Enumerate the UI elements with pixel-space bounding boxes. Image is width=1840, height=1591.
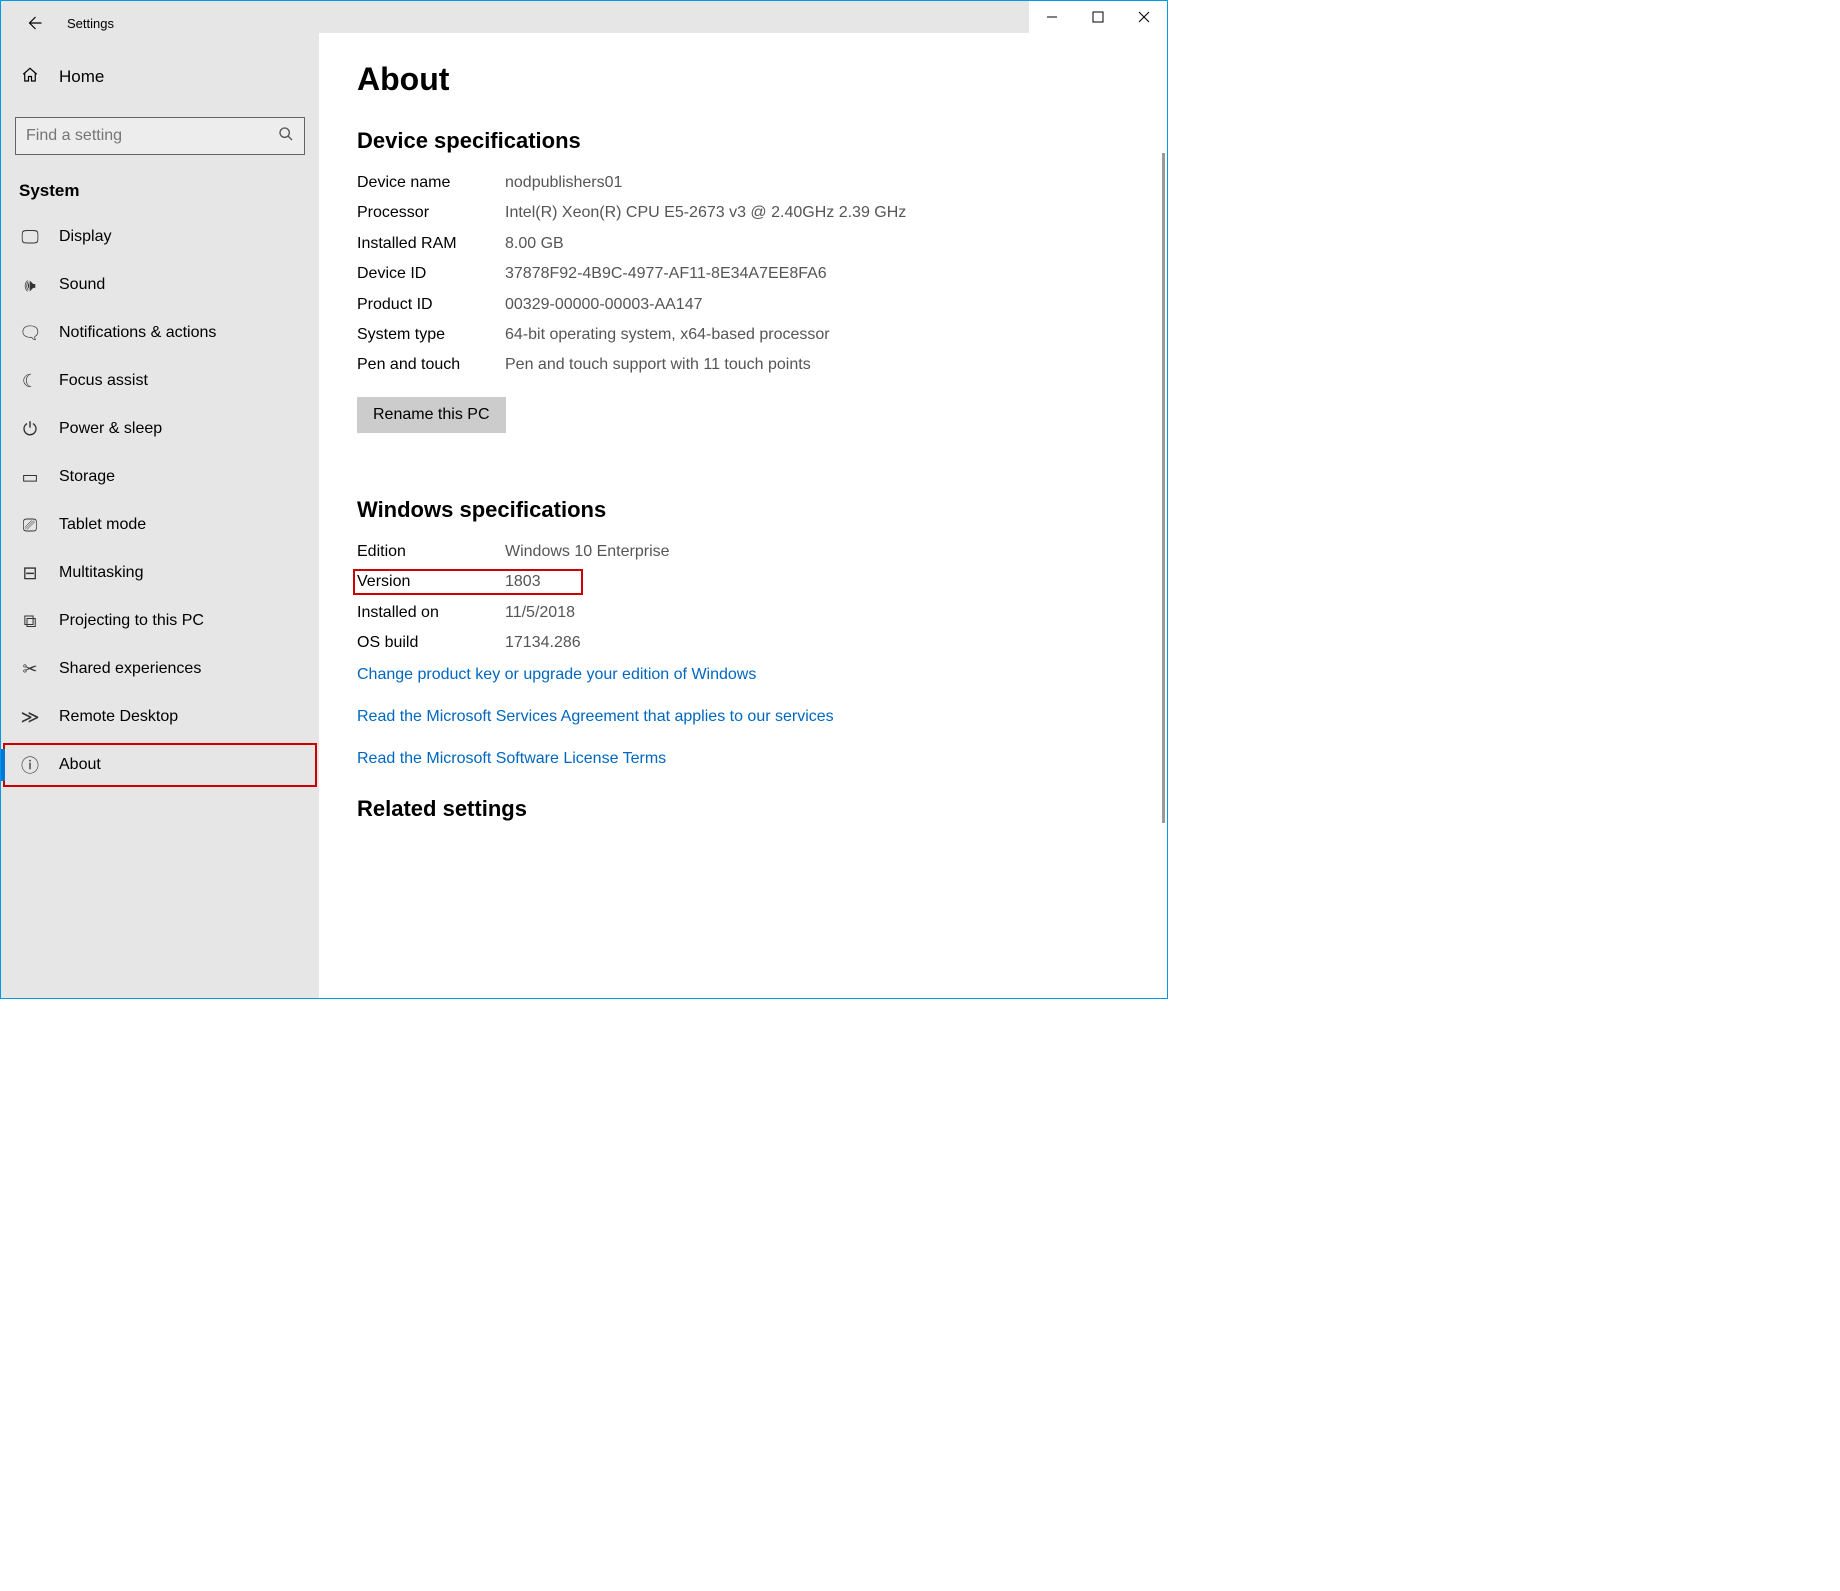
- sidebar-item-multitasking[interactable]: ⊟ Multitasking: [1, 549, 319, 597]
- winspec-key: Installed on: [357, 602, 505, 624]
- sidebar-item-label: Sound: [59, 276, 105, 294]
- sidebar-item-label: Focus assist: [59, 372, 148, 390]
- sidebar-icon: ✂: [19, 659, 41, 680]
- spec-key: Device ID: [357, 263, 505, 285]
- spec-row: Product ID00329-00000-00003-AA147: [357, 294, 1167, 316]
- maximize-button[interactable]: [1075, 1, 1121, 33]
- sidebar-item-label: Power & sleep: [59, 420, 162, 438]
- sidebar-item-power-sleep[interactable]: ⏻ Power & sleep: [1, 405, 319, 453]
- sidebar-item-notifications-actions[interactable]: 🗨 Notifications & actions: [1, 309, 319, 357]
- spec-value: 00329-00000-00003-AA147: [505, 294, 703, 316]
- sidebar-item-label: Projecting to this PC: [59, 612, 204, 630]
- home-icon: [19, 66, 41, 89]
- device-spec-header: Device specifications: [357, 128, 1167, 154]
- spec-row: Installed RAM8.00 GB: [357, 233, 1167, 255]
- home-button[interactable]: Home: [1, 53, 319, 101]
- winspec-row: Installed on11/5/2018: [357, 602, 1167, 624]
- close-button[interactable]: [1121, 1, 1167, 33]
- sidebar-item-label: Tablet mode: [59, 516, 146, 534]
- sidebar-icon: ⧉: [19, 611, 41, 632]
- spec-row: System type64-bit operating system, x64-…: [357, 324, 1167, 346]
- spec-row: Pen and touchPen and touch support with …: [357, 354, 1167, 376]
- winspec-row: OS build17134.286: [357, 632, 1167, 654]
- settings-link[interactable]: Read the Microsoft Software License Term…: [357, 750, 1167, 768]
- sidebar-item-shared-experiences[interactable]: ✂ Shared experiences: [1, 645, 319, 693]
- spec-row: Device ID37878F92-4B9C-4977-AF11-8E34A7E…: [357, 263, 1167, 285]
- sidebar-item-label: About: [59, 756, 101, 774]
- windows-spec-header: Windows specifications: [357, 497, 1167, 523]
- sidebar-icon: ▭: [19, 467, 41, 488]
- spec-key: Processor: [357, 202, 505, 224]
- sidebar-icon: ⊟: [19, 563, 41, 584]
- settings-link[interactable]: Change product key or upgrade your editi…: [357, 666, 1167, 684]
- sidebar-item-tablet-mode[interactable]: ⎚ Tablet mode: [1, 501, 319, 549]
- spec-value: Pen and touch support with 11 touch poin…: [505, 354, 811, 376]
- winspec-key: Version: [357, 571, 505, 593]
- sidebar-item-about[interactable]: ⓘ About: [1, 741, 319, 789]
- sidebar-item-label: Display: [59, 228, 111, 246]
- winspec-row: EditionWindows 10 Enterprise: [357, 541, 1167, 563]
- page-title: About: [357, 61, 1167, 98]
- sidebar-icon: 🖵: [19, 227, 41, 248]
- sidebar-item-focus-assist[interactable]: ☾ Focus assist: [1, 357, 319, 405]
- spec-value: 37878F92-4B9C-4977-AF11-8E34A7EE8FA6: [505, 263, 827, 285]
- window-controls: [1029, 1, 1167, 33]
- sidebar-item-label: Remote Desktop: [59, 708, 178, 726]
- winspec-value: 11/5/2018: [505, 602, 575, 624]
- sidebar-icon: ⏻: [19, 419, 41, 440]
- scrollbar[interactable]: [1162, 153, 1165, 823]
- sidebar-item-label: Shared experiences: [59, 660, 201, 678]
- sidebar: Home System 🖵 Display 🕪 Sound 🗨 Notifications…: [1, 33, 319, 998]
- search-input[interactable]: [26, 127, 278, 145]
- search-icon: [278, 126, 294, 146]
- sidebar-item-remote-desktop[interactable]: ≫ Remote Desktop: [1, 693, 319, 741]
- sidebar-item-projecting-to-this-pc[interactable]: ⧉ Projecting to this PC: [1, 597, 319, 645]
- winspec-key: Edition: [357, 541, 505, 563]
- winspec-row: Version1803: [357, 571, 1167, 593]
- window-title: Settings: [67, 16, 114, 31]
- sidebar-icon: ⓘ: [19, 752, 41, 778]
- spec-row: Device namenodpublishers01: [357, 172, 1167, 194]
- spec-value: 8.00 GB: [505, 233, 564, 255]
- search-box[interactable]: [15, 117, 305, 155]
- sidebar-item-label: Multitasking: [59, 564, 143, 582]
- spec-value: Intel(R) Xeon(R) CPU E5-2673 v3 @ 2.40GH…: [505, 202, 906, 224]
- titlebar: Settings: [1, 1, 1167, 33]
- spec-value: nodpublishers01: [505, 172, 622, 194]
- minimize-button[interactable]: [1029, 1, 1075, 33]
- sidebar-item-display[interactable]: 🖵 Display: [1, 213, 319, 261]
- winspec-value: 17134.286: [505, 632, 581, 654]
- sidebar-icon: ☾: [19, 371, 41, 392]
- settings-link[interactable]: Read the Microsoft Services Agreement th…: [357, 708, 1167, 726]
- spec-key: Product ID: [357, 294, 505, 316]
- sidebar-item-sound[interactable]: 🕪 Sound: [1, 261, 319, 309]
- spec-key: System type: [357, 324, 505, 346]
- sidebar-icon: ⎚: [19, 515, 41, 536]
- spec-key: Installed RAM: [357, 233, 505, 255]
- spec-key: Pen and touch: [357, 354, 505, 376]
- related-settings-header: Related settings: [357, 796, 1167, 822]
- sidebar-item-storage[interactable]: ▭ Storage: [1, 453, 319, 501]
- category-header: System: [1, 165, 319, 213]
- sidebar-item-label: Notifications & actions: [59, 324, 216, 342]
- rename-pc-button[interactable]: Rename this PC: [357, 397, 506, 433]
- spec-key: Device name: [357, 172, 505, 194]
- spec-row: ProcessorIntel(R) Xeon(R) CPU E5-2673 v3…: [357, 202, 1167, 224]
- winspec-value: 1803: [505, 571, 541, 593]
- content-pane: About Device specifications Device namen…: [319, 33, 1167, 998]
- winspec-value: Windows 10 Enterprise: [505, 541, 670, 563]
- sidebar-icon: 🕪: [19, 275, 41, 296]
- sidebar-item-label: Storage: [59, 468, 115, 486]
- sidebar-icon: ≫: [19, 707, 41, 728]
- spec-value: 64-bit operating system, x64-based proce…: [505, 324, 830, 346]
- home-label: Home: [59, 67, 104, 87]
- winspec-key: OS build: [357, 632, 505, 654]
- sidebar-icon: 🗨: [19, 323, 41, 344]
